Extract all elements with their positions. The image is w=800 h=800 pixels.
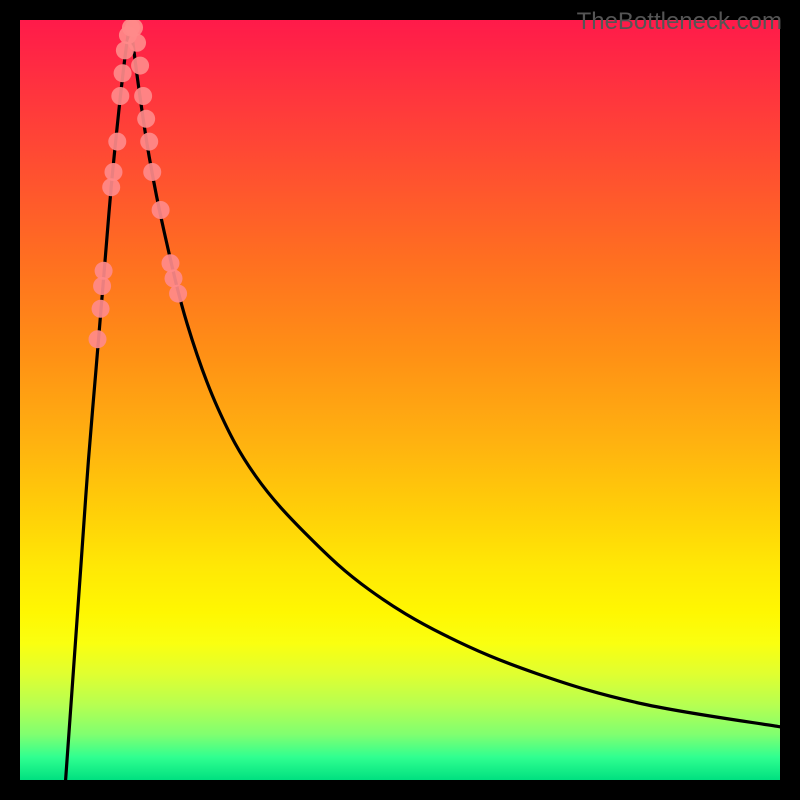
watermark-text: TheBottleneck.com — [577, 8, 782, 36]
chart-plot-area — [20, 20, 780, 780]
series-container — [66, 20, 780, 780]
data-point — [102, 178, 120, 196]
data-point — [131, 57, 149, 75]
series-right-branch — [130, 20, 780, 727]
data-point — [108, 133, 126, 151]
chart-svg — [20, 20, 780, 780]
data-point — [128, 34, 146, 52]
data-point — [111, 87, 129, 105]
data-point — [137, 110, 155, 128]
data-point — [143, 163, 161, 181]
data-point — [165, 269, 183, 287]
data-point — [104, 163, 122, 181]
data-point — [89, 330, 107, 348]
data-point — [95, 262, 113, 280]
data-point — [134, 87, 152, 105]
data-point — [169, 285, 187, 303]
data-point — [114, 64, 132, 82]
data-point — [161, 254, 179, 272]
data-point — [140, 133, 158, 151]
data-point — [152, 201, 170, 219]
data-point — [93, 277, 111, 295]
data-point — [92, 300, 110, 318]
